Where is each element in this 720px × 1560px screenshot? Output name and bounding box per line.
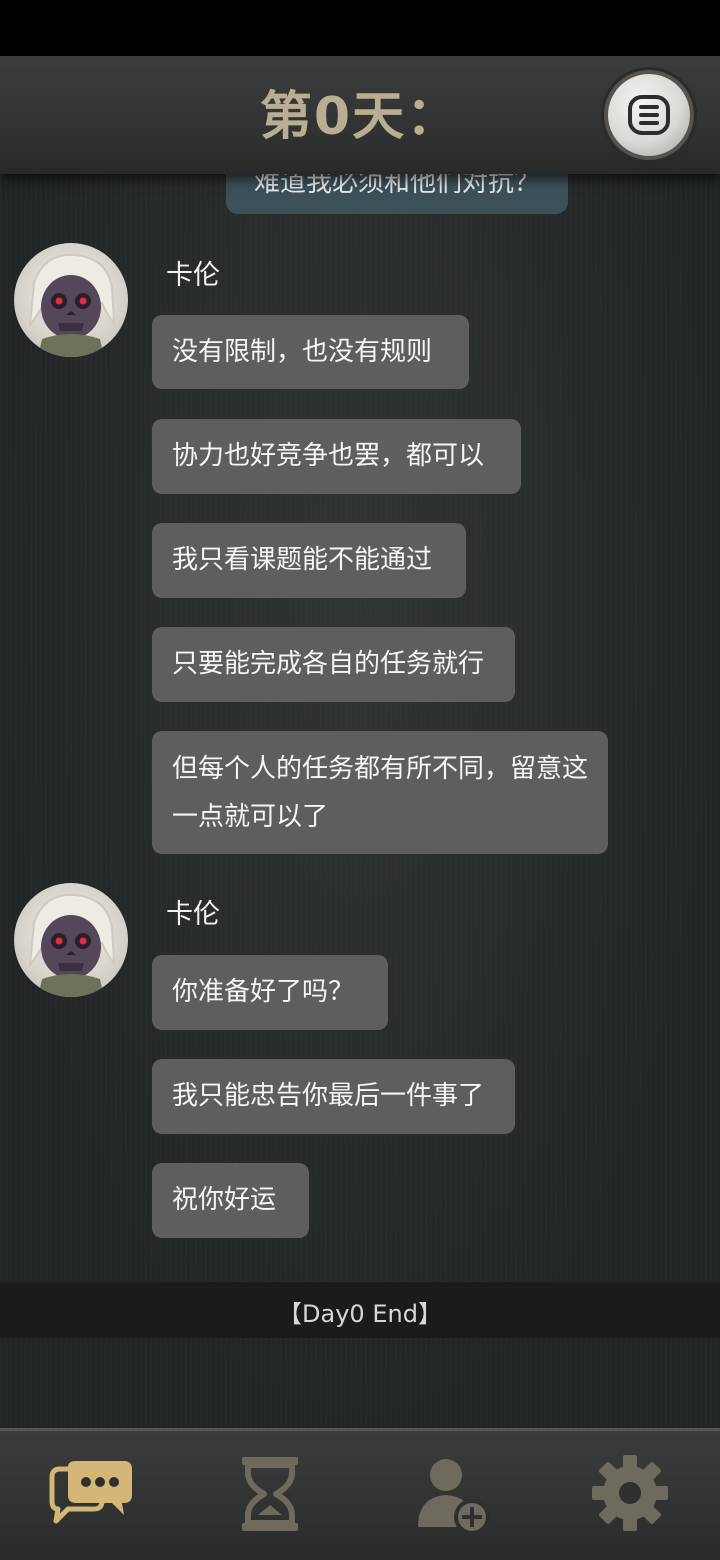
add-contact-icon [418,1459,490,1535]
message-bubble[interactable]: 我只能忠告你最后一件事了 [152,1059,515,1134]
message-bubble[interactable]: 没有限制，也没有规则 [152,315,469,389]
day-end-banner: 【Day0 End】 [0,1282,720,1338]
chat-icon [49,1461,132,1524]
sender-name: 卡伦 [166,260,220,291]
avatar[interactable] [14,883,128,997]
menu-icon [628,95,670,135]
app-screen: 难道我必须和他们对抗？ 第0天： 卡伦 没有限制，也没有规则 协力也好竞争也罢，… [0,0,720,1560]
message-bubble[interactable]: 你准备好了吗？ [152,955,388,1030]
nav-contacts[interactable] [410,1451,510,1543]
sender-name: 卡伦 [166,899,220,930]
message-bubble[interactable]: 协力也好竞争也罢，都可以 [152,419,521,494]
bottom-nav [0,1428,720,1560]
hourglass-icon [242,1457,298,1531]
status-bar [0,0,720,56]
message-bubble[interactable]: 但每个人的任务都有所不同，留意这一点就可以了 [152,731,608,854]
day-end-label: 【Day0 End】 [278,1300,442,1328]
chapter-header: 第0天： [0,56,720,174]
nav-settings[interactable] [580,1451,680,1543]
message-bubble[interactable]: 我只看课题能不能通过 [152,523,466,598]
message-bubble[interactable]: 祝你好运 [152,1163,309,1238]
avatar[interactable] [14,243,128,357]
gear-icon [592,1455,668,1531]
nav-chat[interactable] [42,1451,142,1543]
message-bubble[interactable]: 只要能完成各自的任务就行 [152,627,515,702]
nav-timeline[interactable] [220,1451,320,1543]
menu-button[interactable] [608,74,690,156]
